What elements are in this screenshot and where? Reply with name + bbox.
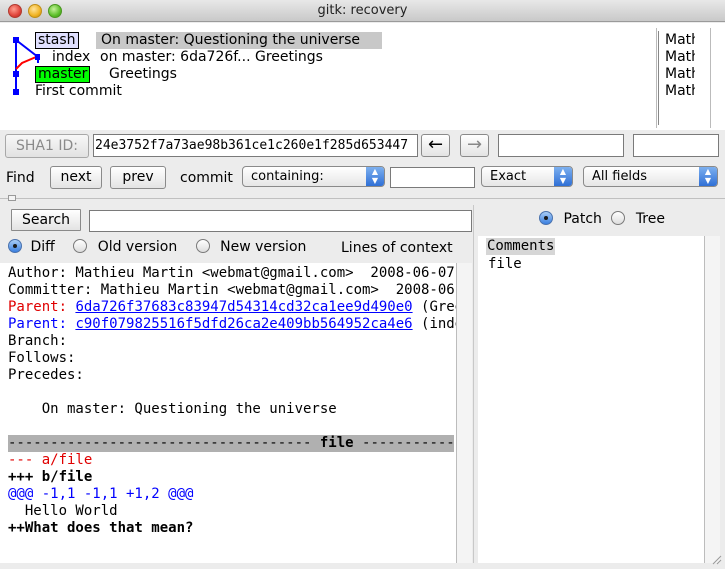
parent-label: Parent: (8, 316, 76, 332)
lines-of-context-label: Lines of context (341, 240, 453, 256)
parent-sha-link[interactable]: c90f079825516f5dfd26ca2e409bb564952ca4e6 (75, 316, 412, 332)
find-input[interactable] (390, 167, 475, 188)
precedes-line: Precedes: (8, 367, 84, 383)
find-toolbar: Find next prev commit containing: ▲ ▼ Exa… (0, 163, 725, 191)
commit-subject[interactable]: Greetings (109, 66, 177, 82)
title-bar: gitk: recovery (0, 0, 725, 22)
resize-grip-icon[interactable] (710, 553, 722, 565)
parent-description: (index (421, 316, 456, 332)
back-arrow-button[interactable]: ← (421, 134, 450, 157)
commit-author[interactable]: Math (665, 32, 695, 48)
diff-text-pane[interactable]: Author: Mathieu Martin <webmat@gmail.com… (0, 263, 456, 563)
sha1-toolbar: SHA1 ID: 24e3752f7a73ae98b361ce1c260e1f2… (0, 131, 725, 161)
diff-plus-line: +++ b/file (8, 469, 93, 485)
progress-field (498, 134, 624, 157)
view-mode-options: Patch Tree (539, 211, 665, 227)
diff-hunk-line: @@@ -1,1 -1,1 +1,2 @@@ (8, 486, 194, 502)
select-arrows-icon: ▲ ▼ (554, 167, 572, 186)
commit-author[interactable]: Math (665, 83, 695, 99)
parent-line: Parent: c90f079825516f5dfd26ca2e409bb564… (8, 316, 456, 333)
patch-label[interactable]: Patch (563, 211, 601, 227)
patch-radio[interactable] (539, 211, 553, 225)
commit-label: commit (180, 170, 233, 186)
find-type-value: containing: (251, 169, 324, 184)
sha1-input[interactable]: 24e3752f7a73ae98b361ce1c260e1f285d653447 (93, 134, 418, 157)
ref-label-stash[interactable]: stash (35, 32, 79, 49)
sash-handle[interactable] (8, 195, 16, 201)
diff-added-prefix: ++ (8, 520, 25, 536)
commit-history-pane[interactable]: stash On master: Questioning the univers… (0, 23, 725, 130)
commit-subject[interactable]: On master: Questioning the universe (101, 32, 360, 48)
diff-context-line: Hello World (8, 503, 118, 519)
author-line: Author: Mathieu Martin <webmat@gmail.com… (8, 265, 456, 281)
search-button[interactable]: Search (11, 209, 81, 231)
diff-scrollbar[interactable] (456, 263, 472, 563)
file-list-pane[interactable]: Comments file (478, 236, 704, 563)
search-fields-value: All fields (592, 169, 648, 184)
commit-message: On master: Questioning the universe (8, 401, 337, 417)
tree-label[interactable]: Tree (636, 211, 665, 227)
find-next-button[interactable]: next (50, 166, 102, 189)
diff-label[interactable]: Diff (30, 239, 54, 255)
sha1-label: SHA1 ID: (5, 134, 89, 158)
commit-subject[interactable]: on master: 6da726f... Greetings (100, 49, 323, 65)
ref-label-index[interactable]: index (52, 49, 90, 65)
file-header-dashes: ------------------------------------ (8, 435, 320, 451)
file-header: ------------------------------------ fil… (8, 435, 454, 452)
ref-label-master[interactable]: master (35, 66, 91, 83)
new-version-label[interactable]: New version (220, 239, 306, 255)
search-fields-select[interactable]: All fields ▲ ▼ (583, 166, 718, 187)
find-prev-button[interactable]: prev (110, 166, 166, 189)
forward-arrow-button[interactable]: → (460, 134, 489, 157)
parent-label: Parent: (8, 299, 76, 315)
tree-radio[interactable] (611, 211, 626, 225)
commit-author[interactable]: Math (665, 66, 695, 82)
status-field (633, 134, 719, 157)
diff-minus-line: --- a/file (8, 452, 93, 468)
parent-description: (Greeti (421, 299, 456, 315)
find-label: Find (6, 170, 35, 186)
pane-sash[interactable] (0, 198, 725, 202)
diff-radio[interactable] (8, 239, 22, 253)
new-version-radio[interactable] (195, 239, 210, 253)
old-version-label[interactable]: Old version (98, 239, 178, 255)
history-column-divider (710, 28, 711, 128)
diff-options-bar: Diff Old version New version Lines of co… (8, 239, 470, 259)
match-type-value: Exact (490, 169, 527, 184)
vertical-pane-sash[interactable] (473, 205, 477, 563)
commit-subject[interactable]: First commit (35, 83, 122, 99)
file-header-dashes: ---------------- (362, 435, 454, 451)
parent-line: Parent: 6da726f37683c83947d54314cd32ca1e… (8, 299, 456, 316)
search-input[interactable] (89, 210, 472, 232)
diff-added-text: What does that mean? (24, 520, 194, 536)
diff-added-line: ++What does that mean? (8, 520, 193, 537)
file-list-scrollbar[interactable] (704, 236, 720, 563)
select-arrows-icon: ▲ ▼ (366, 167, 384, 186)
branch-line: Branch: (8, 333, 68, 349)
find-type-select[interactable]: containing: ▲ ▼ (242, 166, 385, 187)
parent-sha-link[interactable]: 6da726f37683c83947d54314cd32ca1ee9d490e0 (75, 299, 412, 315)
old-version-radio[interactable] (73, 239, 88, 253)
commit-graph (13, 37, 40, 95)
committer-line: Committer: Mathieu Martin <webmat@gmail.… (8, 282, 456, 298)
file-list-item[interactable]: file (488, 256, 522, 273)
author-column: Math Math Math Math (656, 28, 716, 128)
follows-line: Follows: (8, 350, 76, 366)
file-list-item-comments[interactable]: Comments (486, 238, 556, 255)
file-header-name: file (319, 435, 354, 451)
window-title: gitk: recovery (317, 3, 408, 18)
match-type-select[interactable]: Exact ▲ ▼ (481, 166, 573, 187)
select-arrows-icon: ▲ ▼ (699, 167, 717, 186)
commit-author[interactable]: Math (665, 49, 695, 65)
